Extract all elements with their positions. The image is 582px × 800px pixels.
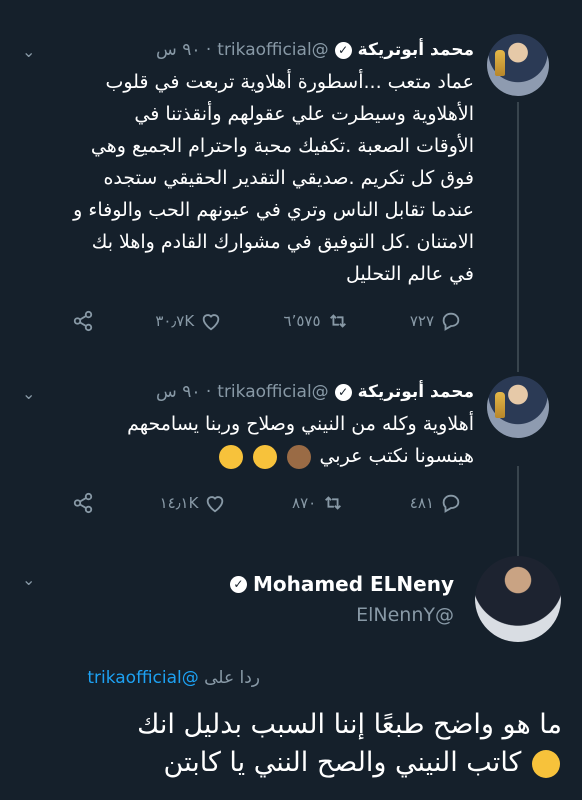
tweet-actions: ٣٠٫٧K ٦٬٥٧٥ ٧٢٧ bbox=[72, 310, 462, 332]
like-count: ٣٠٫٧K bbox=[155, 312, 195, 330]
tweet-header: محمد أبوتريكة ✓ @trikaofficial · ٩٠ س bbox=[156, 40, 474, 60]
share-icon bbox=[73, 492, 93, 514]
retweet-icon bbox=[325, 496, 342, 510]
reply-count: ٧٢٧ bbox=[409, 312, 434, 330]
verified-badge-icon: ✓ bbox=[229, 575, 247, 593]
reply-count: ٤٨١ bbox=[409, 494, 434, 512]
reply-button[interactable]: ٤٨١ bbox=[410, 492, 462, 514]
see-no-evil-monkey-emoji bbox=[287, 444, 312, 469]
timestamp: · ٩٠ س bbox=[156, 382, 212, 402]
avatar[interactable] bbox=[475, 556, 561, 642]
chevron-down-icon[interactable]: ⌄ bbox=[22, 384, 35, 403]
reply-icon bbox=[442, 494, 460, 513]
avatar[interactable] bbox=[487, 34, 549, 96]
tweet-text: أهلاوية وكله من النيني وصلاح وربنا يسامح… bbox=[127, 413, 474, 469]
author-handle[interactable]: @trikaofficial bbox=[217, 40, 328, 60]
tweet-header: محمد أبوتريكة ✓ @trikaofficial · ٩٠ س bbox=[156, 382, 474, 402]
tears-of-joy-emoji bbox=[219, 444, 244, 469]
verified-badge-icon: ✓ bbox=[334, 383, 352, 401]
avatar[interactable] bbox=[487, 376, 549, 438]
thread-line bbox=[517, 102, 519, 372]
retweet-icon bbox=[329, 314, 346, 328]
share-button[interactable] bbox=[72, 310, 94, 332]
verified-badge-icon: ✓ bbox=[334, 41, 352, 59]
tears-of-joy-emoji bbox=[253, 444, 278, 469]
like-button[interactable]: ١٤٫١K bbox=[160, 492, 227, 514]
tweet-text: ما هو واضح طبعًا إننا السبب بدليل انك كا… bbox=[137, 709, 562, 778]
reply-icon bbox=[442, 312, 460, 331]
retweet-button[interactable]: ٨٧٠ bbox=[292, 492, 344, 514]
retweet-count: ٨٧٠ bbox=[292, 494, 317, 512]
chevron-down-icon[interactable]: ⌄ bbox=[22, 570, 35, 589]
heart-icon bbox=[207, 496, 224, 513]
retweet-button[interactable]: ٦٬٥٧٥ bbox=[284, 310, 349, 332]
retweet-count: ٦٬٥٧٥ bbox=[283, 312, 321, 330]
tweet-actions: ١٤٫١K ٨٧٠ ٤٨١ bbox=[72, 492, 462, 514]
chevron-down-icon[interactable]: ⌄ bbox=[22, 42, 35, 61]
tweet-header: ✓ Mohamed ELNeny bbox=[229, 572, 454, 596]
heart-icon bbox=[202, 314, 220, 331]
tears-of-joy-emoji bbox=[532, 749, 560, 778]
author-name[interactable]: Mohamed ELNeny bbox=[253, 572, 454, 596]
share-icon bbox=[73, 310, 93, 332]
reply-button[interactable]: ٧٢٧ bbox=[410, 310, 462, 332]
timestamp: · ٩٠ س bbox=[156, 40, 212, 60]
author-handle[interactable]: @ElNennY bbox=[356, 604, 454, 626]
tweet-text: عماد متعب ...أسطورة أهلاوية تربعت في قلو… bbox=[73, 71, 474, 285]
author-name[interactable]: محمد أبوتريكة bbox=[358, 40, 474, 60]
share-button[interactable] bbox=[72, 492, 94, 514]
replying-to: ردا على @trikaofficial bbox=[87, 668, 260, 688]
author-name[interactable]: محمد أبوتريكة bbox=[358, 382, 474, 402]
author-handle-row: @ElNennY bbox=[356, 604, 454, 626]
author-handle[interactable]: @trikaofficial bbox=[217, 382, 328, 402]
reply-to-handle[interactable]: @trikaofficial bbox=[87, 668, 198, 688]
like-count: ١٤٫١K bbox=[159, 494, 199, 512]
reply-prefix: ردا على bbox=[204, 668, 260, 688]
thread-line bbox=[517, 466, 519, 556]
like-button[interactable]: ٣٠٫٧K bbox=[155, 310, 222, 332]
